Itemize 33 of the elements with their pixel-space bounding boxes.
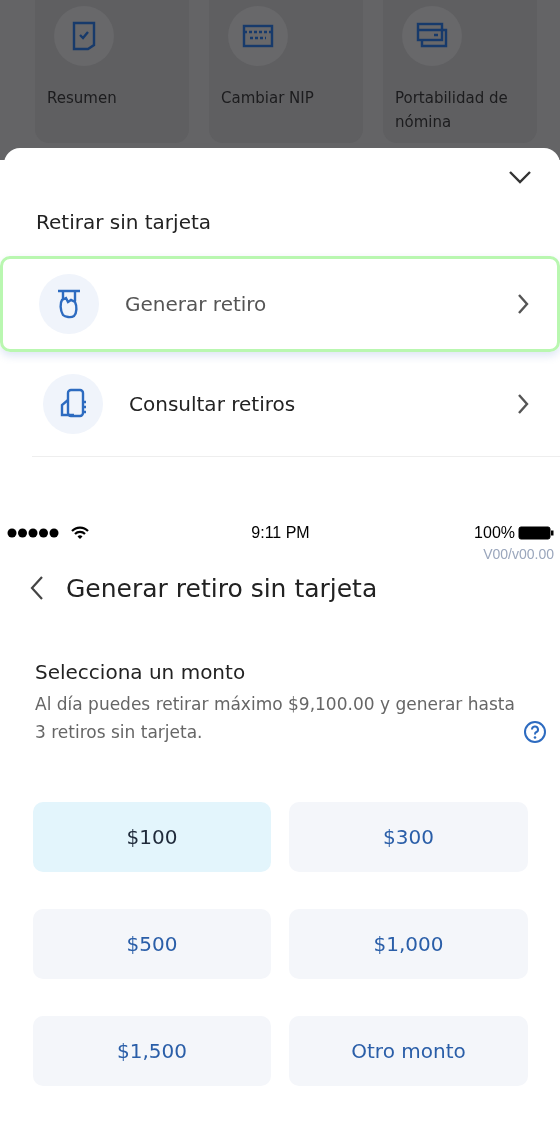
amount-button[interactable]: $1,500 (33, 1016, 271, 1086)
cards-icon (416, 22, 448, 50)
hand-phone-icon (58, 388, 88, 420)
card-icon (242, 24, 274, 48)
chevron-right-icon (517, 293, 529, 315)
battery-icon (518, 526, 554, 540)
section-title: Selecciona un monto (35, 660, 247, 684)
option-row[interactable]: Consultar retiros (4, 356, 560, 452)
hand-cash-icon (55, 288, 83, 320)
status-time: 9:11 PM (251, 524, 310, 542)
amount-button[interactable]: Otro monto (289, 1016, 528, 1086)
back-icon[interactable] (30, 575, 44, 601)
page-title: Generar retiro sin tarjeta (66, 573, 378, 603)
chevron-right-icon (517, 393, 529, 415)
battery-percent: 100% (474, 524, 515, 542)
signal-icon (7, 528, 59, 538)
amount-button[interactable]: $500 (33, 909, 271, 979)
option-row[interactable]: Generar retiro (0, 256, 560, 352)
help-icon[interactable] (523, 720, 547, 744)
sheet-title: Retirar sin tarjeta (36, 210, 213, 234)
menu-card-label: Cambiar NIP (221, 88, 315, 109)
wifi-icon (71, 526, 89, 540)
amount-button[interactable]: $1,000 (289, 909, 528, 979)
amount-button[interactable]: $300 (289, 802, 528, 872)
amount-button[interactable]: $100 (33, 802, 271, 872)
document-check-icon (72, 21, 96, 51)
menu-card-label: Resumen (47, 88, 118, 109)
menu-card-label: Portabilidad de nómina (395, 88, 509, 133)
option-label: Generar retiro (125, 292, 268, 316)
chevron-down-icon[interactable] (508, 170, 532, 184)
version-label: V00/v00.00 (482, 546, 555, 562)
description-text: Al día puedes retirar máximo $9,100.00 y generar hasta 3 retiros sin tarjeta. (35, 693, 516, 744)
option-label: Consultar retiros (129, 392, 297, 416)
